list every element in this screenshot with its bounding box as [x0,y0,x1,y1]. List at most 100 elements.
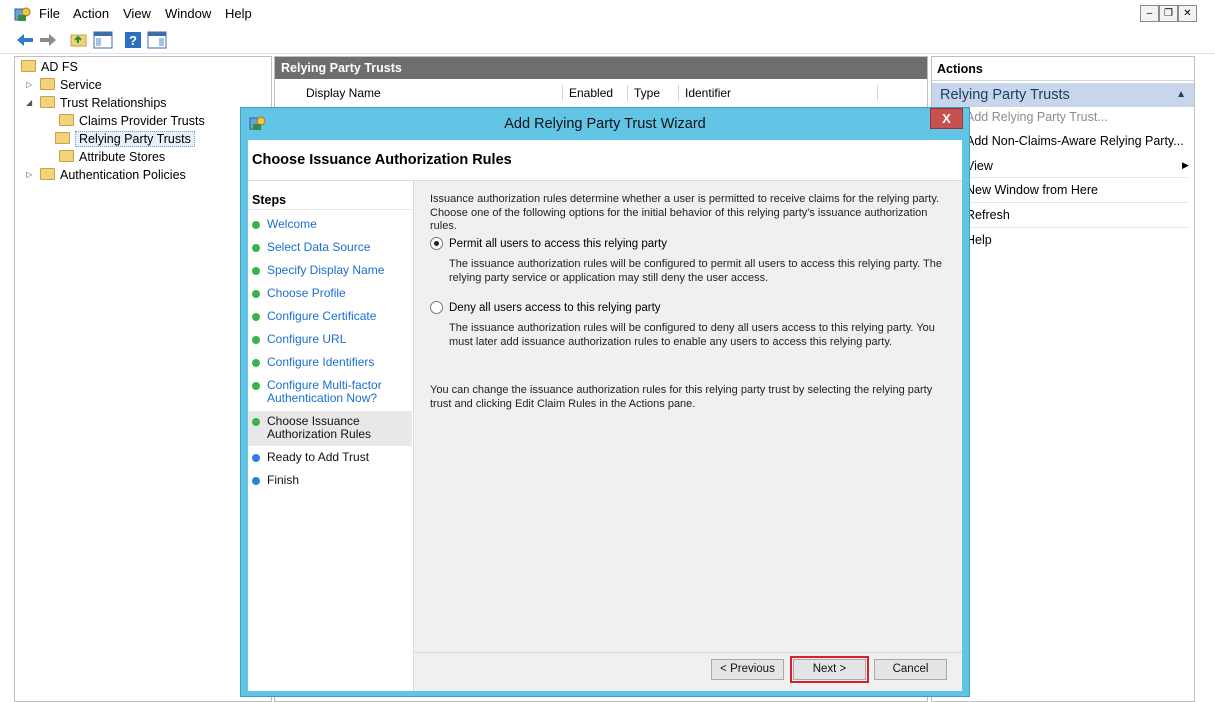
cancel-button[interactable]: Cancel [874,659,947,680]
actions-divider [962,177,1188,178]
previous-button[interactable]: < Previous [711,659,784,680]
column-display-name[interactable]: Display Name [301,85,563,101]
step-configure-identifiers[interactable]: Configure Identifiers [252,356,412,370]
step-configure-multi-factor[interactable]: Configure Multi-factor Authentication No… [252,379,412,407]
folder-icon [40,96,55,108]
wizard-client-area: Choose Issuance Authorization Rules Step… [248,140,962,691]
next-button[interactable]: Next > [790,656,869,683]
step-complete-icon [252,336,260,344]
collapse-section-icon[interactable]: ▲ [1176,83,1186,107]
action-add-relying-party-trust[interactable]: Add Relying Party Trust... [966,107,1108,127]
action-view[interactable]: View [966,156,993,176]
step-complete-icon [252,221,260,229]
close-icon[interactable]: ✕ [1178,5,1197,22]
up-folder-icon[interactable] [68,30,90,50]
step-ready-to-add-trust: Ready to Add Trust [252,451,412,465]
permit-all-users-radio[interactable] [430,237,443,250]
wizard-page-heading: Choose Issuance Authorization Rules [252,152,512,168]
tree-item-attribute-stores[interactable]: Attribute Stores [59,148,165,166]
step-select-data-source[interactable]: Select Data Source [252,241,412,255]
adfs-app-icon [14,7,31,21]
step-complete-icon [252,267,260,275]
folder-icon [40,78,55,90]
wizard-body: Steps Welcome Select Data Source Specify… [248,180,962,691]
menu-action[interactable]: Action [73,6,109,21]
permit-all-users-label[interactable]: Permit all users to access this relying … [449,237,667,251]
actions-section-header[interactable]: Relying Party Trusts ▲ [932,83,1194,107]
steps-panel: Steps Welcome Select Data Source Specify… [248,181,414,691]
menu-window[interactable]: Window [165,6,211,21]
step-current-icon [252,418,260,426]
deny-all-users-description: The issuance authorization rules will be… [449,322,935,348]
menu-file[interactable]: File [39,6,60,21]
collapse-arrow-icon[interactable]: ◢ [26,94,32,112]
expand-arrow-icon[interactable]: ▷ [26,76,32,94]
menu-bar: File Action View Window Help – ❐ ✕ [0,0,1215,28]
back-arrow-icon[interactable] [14,30,36,50]
restore-icon[interactable]: ❐ [1159,5,1178,22]
wizard-header: Choose Issuance Authorization Rules [248,140,962,180]
intro-text: Issuance authorization rules determine w… [430,193,940,232]
step-configure-certificate[interactable]: Configure Certificate [252,310,412,324]
wizard-close-button[interactable]: X [930,108,963,129]
step-complete-icon [252,244,260,252]
step-pending-icon [252,454,260,462]
forward-arrow-icon[interactable] [37,30,59,50]
footer-note: You can change the issuance authorizatio… [430,384,933,410]
folder-icon [40,168,55,180]
actions-divider [962,202,1188,203]
permit-all-users-description: The issuance authorization rules will be… [449,258,942,284]
wizard-content: Issuance authorization rules determine w… [414,181,962,691]
expand-arrow-icon[interactable]: ▷ [26,166,32,184]
tree-item-authentication-policies[interactable]: ▷ Authentication Policies [26,166,186,184]
folder-icon [59,150,74,162]
column-identifier[interactable]: Identifier [680,85,878,101]
tree-item-service[interactable]: ▷ Service [26,76,102,94]
svg-text:?: ? [129,33,137,48]
actions-title: Actions [932,57,1194,81]
step-choose-profile[interactable]: Choose Profile [252,287,412,301]
step-pending-icon [252,477,260,485]
actions-pane: Actions Relying Party Trusts ▲ Add Relyi… [931,56,1195,702]
show-hide-action-pane-icon[interactable] [146,30,168,50]
button-bar-divider [414,652,962,653]
step-configure-url[interactable]: Configure URL [252,333,412,347]
show-hide-console-tree-icon[interactable] [92,30,114,50]
action-new-window[interactable]: New Window from Here [966,180,1098,200]
actions-section-label: Relying Party Trusts [940,87,1070,103]
step-finish: Finish [252,474,412,488]
tree-item-relying-party-trusts[interactable]: Relying Party Trusts [55,130,195,148]
step-specify-display-name[interactable]: Specify Display Name [252,264,412,278]
tree-item-adfs[interactable]: AD FS [21,58,78,76]
deny-all-users-option[interactable]: Deny all users access to this relying pa… [430,301,930,317]
action-refresh[interactable]: Refresh [966,205,1010,225]
tree-item-trust-relationships[interactable]: ◢ Trust Relationships [26,94,167,112]
help-icon[interactable]: ? [122,30,144,50]
submenu-arrow-icon: ▶ [1182,160,1189,170]
console-tree: AD FS ▷ Service ◢ Trust Relationships Cl… [14,56,272,702]
add-relying-party-trust-wizard: Add Relying Party Trust Wizard X Choose … [240,107,970,697]
permit-all-users-option[interactable]: Permit all users to access this relying … [430,237,930,253]
minimize-icon[interactable]: – [1140,5,1159,22]
menu-help[interactable]: Help [225,6,252,21]
column-type[interactable]: Type [629,85,679,101]
step-complete-icon [252,290,260,298]
tree-item-claims-provider-trusts[interactable]: Claims Provider Trusts [59,112,205,130]
wizard-title: Add Relying Party Trust Wizard [504,116,706,132]
results-pane-title: Relying Party Trusts [275,57,927,79]
menu-view[interactable]: View [123,6,151,21]
step-welcome[interactable]: Welcome [252,218,412,232]
step-complete-icon [252,313,260,321]
action-add-non-claims-aware[interactable]: Add Non-Claims-Aware Relying Party... [966,131,1184,151]
step-complete-icon [252,359,260,367]
steps-divider [248,209,412,210]
step-choose-issuance-authorization-rules: Choose Issuance Authorization Rules [248,411,412,446]
deny-all-users-radio[interactable] [430,301,443,314]
folder-icon [21,60,36,72]
action-view-label: View [966,159,993,173]
actions-divider [962,227,1188,228]
column-enabled[interactable]: Enabled [564,85,628,101]
toolbar: ? [0,28,1215,54]
folder-icon [59,114,74,126]
deny-all-users-label[interactable]: Deny all users access to this relying pa… [449,301,661,315]
